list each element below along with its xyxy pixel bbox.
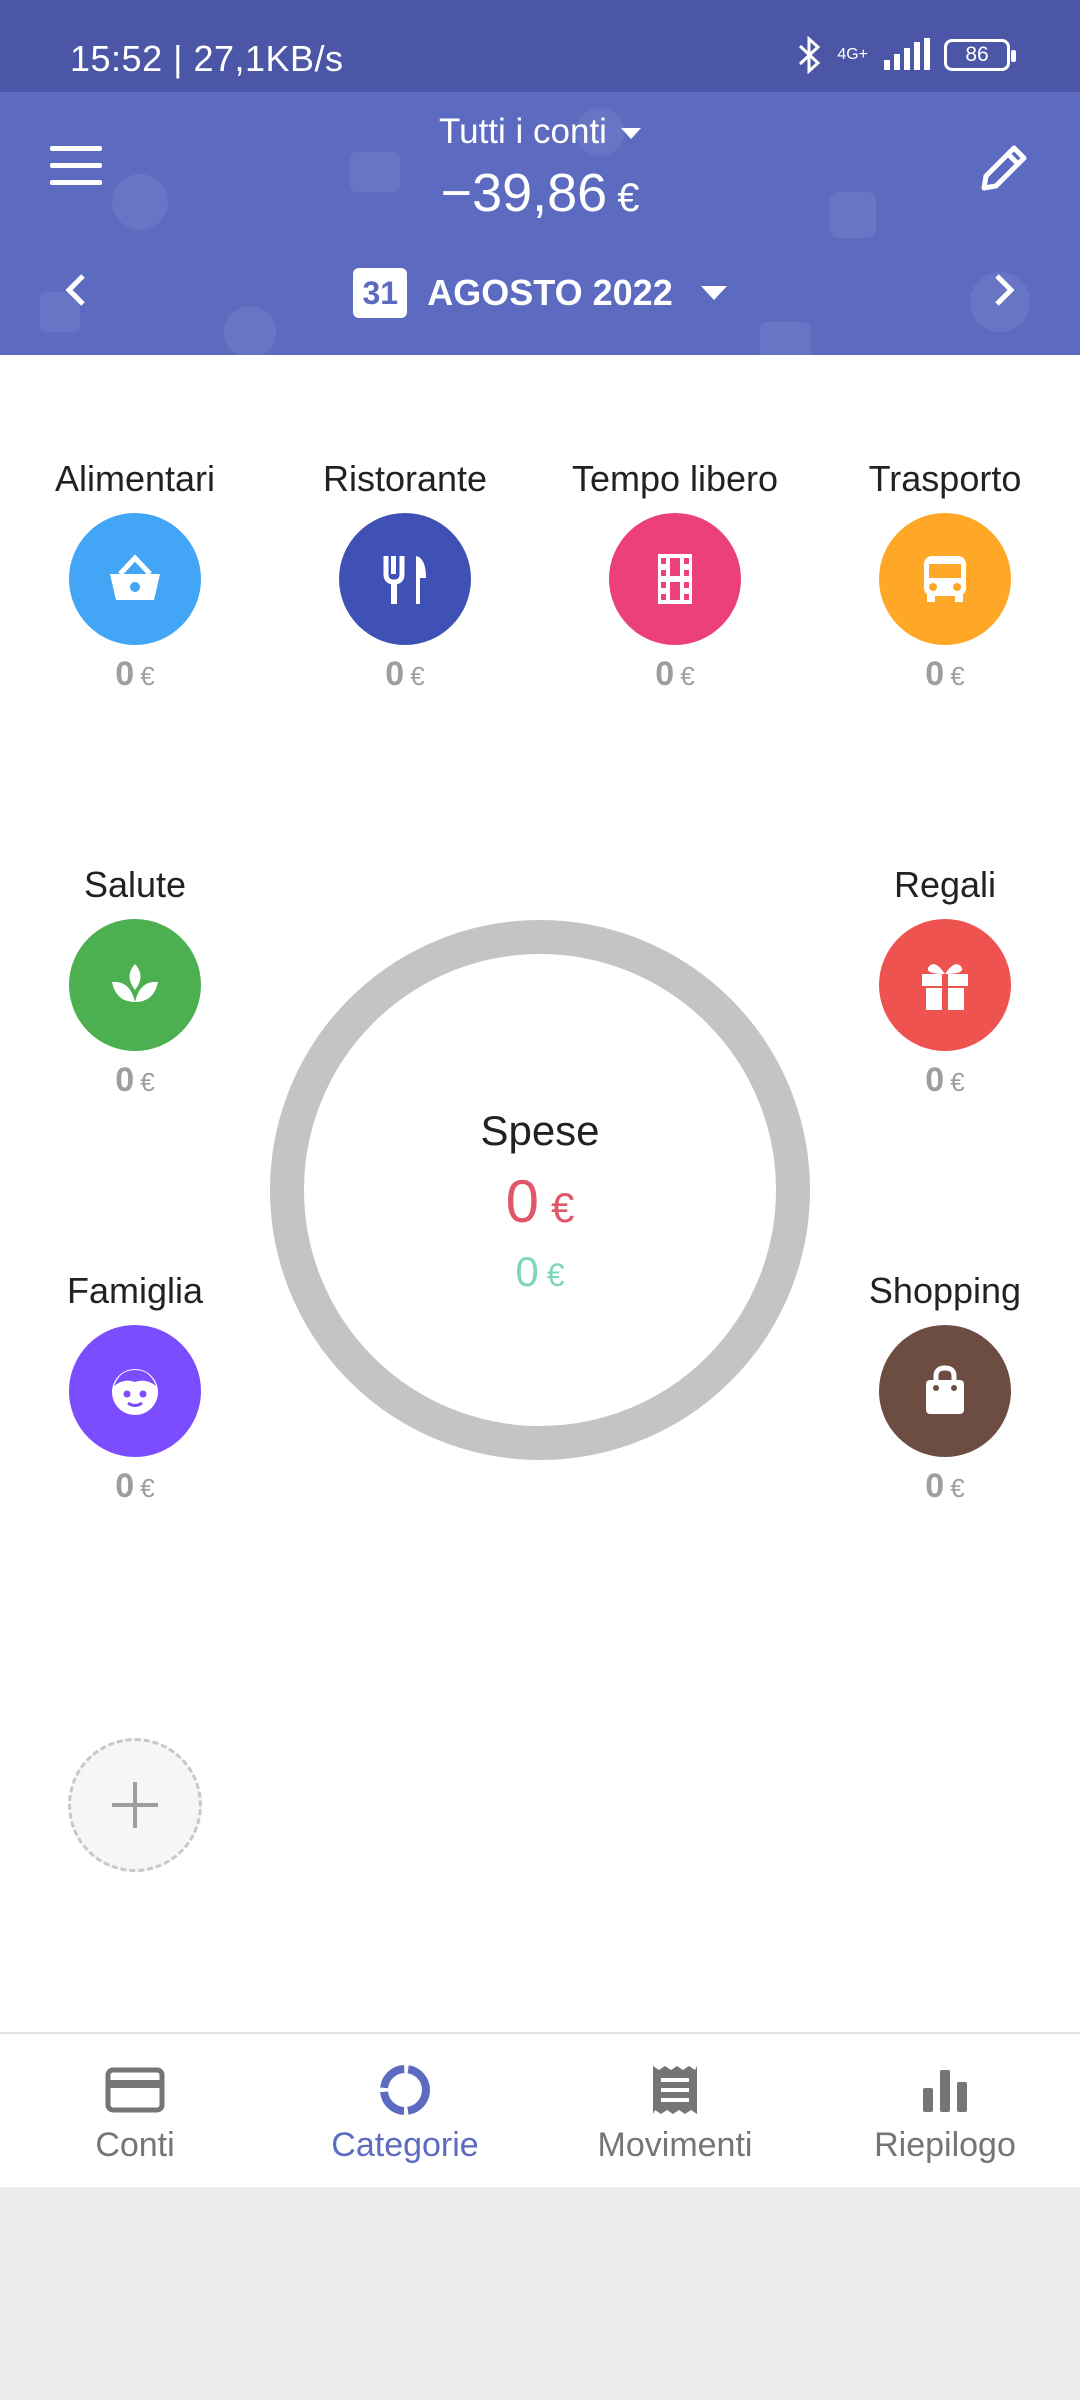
category-amount: 0 € [115,1061,155,1099]
period-caret-icon [700,286,727,300]
tab-riepilogo[interactable]: Riepilogo [810,2034,1080,2187]
account-selector[interactable]: Tutti i conti [0,112,1080,152]
category-regali[interactable]: Regali 0 € [835,861,1055,1100]
edit-pencil-icon[interactable] [972,136,1036,200]
bus-icon [879,513,1011,645]
status-time: 15:52 | 27,1KB/s [70,38,344,79]
shopping-bag-icon [879,1325,1011,1457]
category-label: Famiglia [66,1270,204,1311]
tab-movimenti[interactable]: Movimenti [540,2034,810,2187]
signal-icon [884,38,930,70]
category-amount: 0 € [115,655,155,693]
category-amount: 0 € [655,655,695,693]
receipt-icon [643,2062,707,2118]
category-amount: 0 € [925,1061,965,1099]
bottom-navigation: Conti Categorie Movimenti Riepilogo [0,2032,1080,2187]
next-period-button[interactable] [974,260,1034,320]
summary-expense: 0 € [505,1168,575,1235]
total-balance: −39,86 € [0,162,1080,224]
status-bar: 15:52 | 27,1KB/s 4G+ 86 [0,0,1080,92]
network-type: 4G+ [837,46,868,63]
battery-icon: 86 [944,39,1016,71]
tab-categorie[interactable]: Categorie [270,2034,540,2187]
balance-currency: € [617,176,640,220]
film-icon [609,513,741,645]
category-label: Alimentari [54,458,216,499]
balance-value: −39,86 [440,163,608,223]
category-amount: 0 € [115,1467,155,1505]
basket-icon [69,513,201,645]
dropdown-caret-icon [620,128,641,140]
gift-icon [879,919,1011,1051]
add-category-button[interactable] [68,1738,202,1872]
calendar-icon: 31 [353,268,408,318]
category-alimentari[interactable]: Alimentari 0 € [25,455,245,694]
category-shopping[interactable]: Shopping 0 € [835,1267,1055,1506]
category-label: Tempo libero [571,458,779,499]
category-label: Trasporto [868,458,1022,499]
category-salute[interactable]: Salute 0 € [25,861,245,1100]
tab-label: Conti [95,2126,175,2164]
period-label: AGOSTO 2022 [427,272,673,313]
category-tempo-libero[interactable]: Tempo libero 0 € [565,455,785,694]
bluetooth-icon [799,36,821,74]
app-header: Tutti i conti −39,86 € 31 AGOSTO 2022 [0,92,1080,355]
tab-conti[interactable]: Conti [0,2034,270,2187]
period-selector[interactable]: 31 AGOSTO 2022 [0,268,1080,318]
card-icon [103,2062,167,2118]
cutlery-icon [339,513,471,645]
category-label: Salute [83,864,187,905]
bar-chart-icon [913,2062,977,2118]
category-amount: 0 € [925,1467,965,1505]
categories-panel: Alimentari 0 € Ristorante 0 € Tempo libero… [0,355,1080,2032]
summary-title: Spese [480,1107,600,1154]
category-famiglia[interactable]: Famiglia 0 € [25,1267,245,1506]
category-ristorante[interactable]: Ristorante 0 € [295,455,515,694]
plus-icon [112,1782,158,1828]
category-label: Shopping [868,1270,1022,1311]
status-icons: 4G+ 86 [797,36,1016,74]
empty-area [0,2187,1080,2400]
tab-label: Movimenti [597,2126,753,2164]
category-amount: 0 € [385,655,425,693]
summary-income: 0 € [515,1248,565,1295]
donut-icon [373,2062,437,2118]
tab-label: Categorie [331,2126,479,2164]
category-label: Ristorante [322,458,488,499]
chevron-right-icon [995,274,1015,306]
category-amount: 0 € [925,655,965,693]
category-label: Regali [893,864,997,905]
child-face-icon [69,1325,201,1457]
lotus-icon [69,919,201,1051]
account-name: Tutti i conti [439,112,607,151]
tab-label: Riepilogo [874,2126,1016,2164]
app-screen: 15:52 | 27,1KB/s 4G+ 86 Tutti i conti −3… [0,0,1080,2400]
category-trasporto[interactable]: Trasporto 0 € [835,455,1055,694]
